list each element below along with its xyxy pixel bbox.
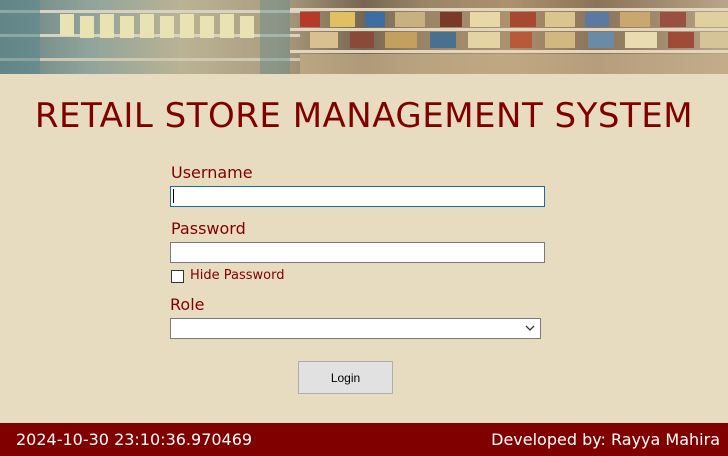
role-select[interactable] [170, 318, 541, 339]
banner-image [0, 0, 728, 74]
chevron-down-icon [525, 325, 535, 331]
hide-password-label: Hide Password [190, 268, 285, 283]
login-button[interactable]: Login [298, 361, 393, 394]
hide-password-checkbox[interactable] [171, 270, 184, 283]
username-label: Username [171, 163, 253, 182]
developer-credit: Developed by: Rayya Mahira [491, 430, 720, 449]
text-caret [173, 189, 174, 203]
password-label: Password [171, 219, 246, 238]
username-field[interactable] [170, 186, 545, 207]
page-title: RETAIL STORE MANAGEMENT SYSTEM [34, 96, 694, 136]
timestamp: 2024-10-30 23:10:36.970469 [16, 430, 253, 449]
password-field[interactable] [170, 242, 545, 263]
role-label: Role [170, 295, 205, 314]
status-footer: 2024-10-30 23:10:36.970469 Developed by:… [0, 423, 728, 456]
